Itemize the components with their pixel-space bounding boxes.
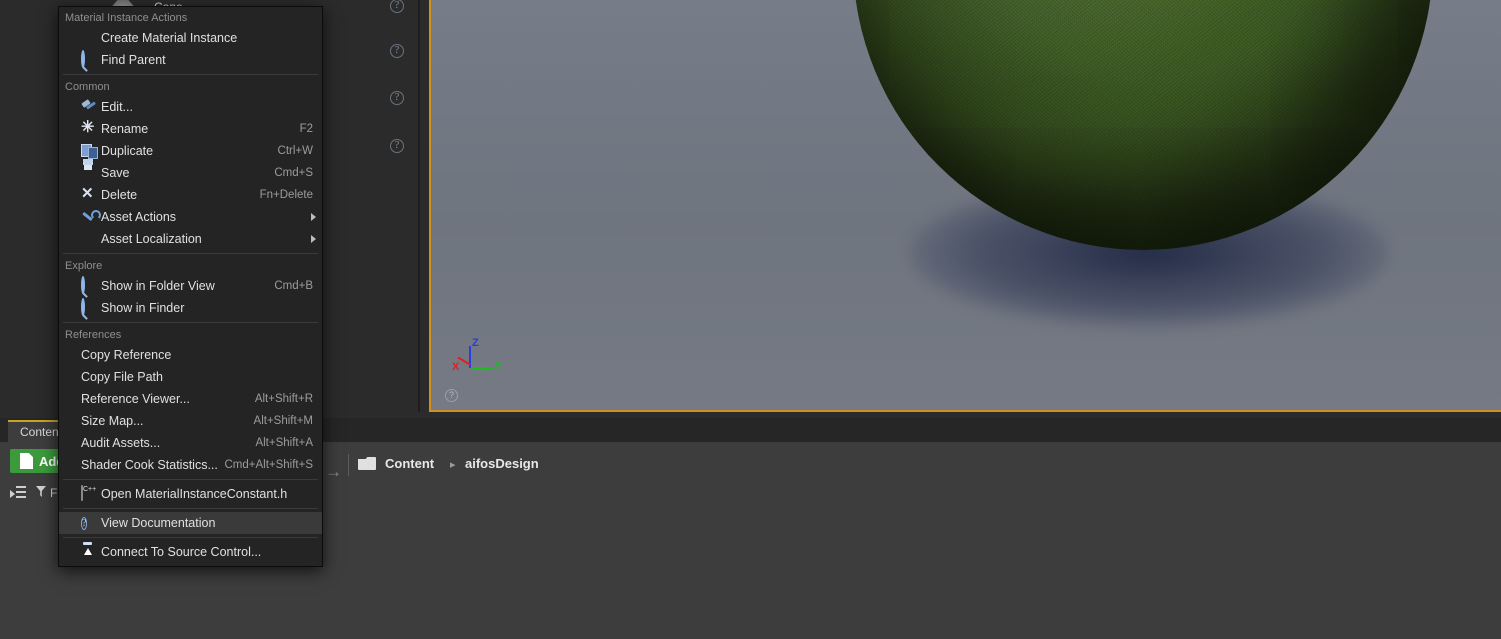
menu-item-view-documentation[interactable]: ? View Documentation bbox=[59, 512, 322, 534]
forward-arrow-icon[interactable]: → bbox=[325, 462, 342, 482]
menu-item-label: Copy File Path bbox=[81, 370, 163, 384]
menu-item-shortcut: Alt+Shift+M bbox=[253, 415, 313, 427]
help-icon[interactable]: ? bbox=[390, 91, 404, 105]
magnifier-icon bbox=[81, 50, 97, 68]
menu-item-shortcut: Ctrl+W bbox=[277, 145, 313, 157]
menu-item-reference-viewer[interactable]: Reference Viewer... Alt+Shift+R bbox=[59, 388, 322, 410]
menu-item-create-material-instance[interactable]: Create Material Instance bbox=[59, 27, 322, 49]
menu-item-size-map[interactable]: Size Map... Alt+Shift+M bbox=[59, 410, 322, 432]
menu-item-asset-actions[interactable]: Asset Actions bbox=[59, 206, 322, 228]
menu-item-label: Find Parent bbox=[101, 53, 166, 67]
source-control-icon bbox=[81, 544, 97, 560]
delete-x-icon: ✕ bbox=[81, 185, 94, 202]
help-icon[interactable]: ? bbox=[390, 0, 404, 13]
menu-section-header: References bbox=[65, 329, 122, 341]
chevron-right-icon bbox=[311, 213, 316, 221]
menu-item-label: Open MaterialInstanceConstant.h bbox=[101, 487, 288, 501]
menu-item-audit-assets[interactable]: Audit Assets... Alt+Shift+A bbox=[59, 432, 322, 454]
menu-item-label: Edit... bbox=[101, 100, 133, 114]
menu-item-show-in-folder-view[interactable]: Show in Folder View Cmd+B bbox=[59, 275, 322, 297]
breadcrumb-item-aifosdesign[interactable]: aifosDesign bbox=[465, 456, 539, 471]
menu-item-label: Asset Actions bbox=[101, 210, 177, 224]
asset-context-menu[interactable]: Material Instance Actions Create Material… bbox=[58, 6, 323, 567]
menu-item-edit[interactable]: Edit... bbox=[59, 96, 322, 118]
magnifier-icon bbox=[81, 298, 97, 316]
material-instance-icon bbox=[81, 30, 97, 46]
magnifier-icon bbox=[81, 276, 97, 294]
viewport-help-icon[interactable]: ? bbox=[445, 389, 458, 402]
menu-item-shader-cook-statistics[interactable]: Shader Cook Statistics... Cmd+Alt+Shift+S bbox=[59, 454, 322, 476]
menu-item-shortcut: Cmd+B bbox=[274, 280, 313, 292]
menu-separator bbox=[63, 253, 318, 254]
menu-section-header: Material Instance Actions bbox=[65, 12, 188, 24]
gizmo-z-label: Z bbox=[472, 337, 479, 349]
menu-item-shortcut: Alt+Shift+A bbox=[255, 437, 313, 449]
menu-item-label: Duplicate bbox=[101, 144, 154, 158]
menu-item-label: Rename bbox=[101, 122, 149, 136]
menu-item-label: Audit Assets... bbox=[81, 436, 161, 450]
menu-item-shortcut: Alt+Shift+R bbox=[254, 393, 313, 405]
menu-item-label: Reference Viewer... bbox=[81, 392, 190, 406]
menu-separator bbox=[63, 508, 318, 509]
menu-item-label: Create Material Instance bbox=[101, 31, 238, 45]
menu-item-find-parent[interactable]: Find Parent bbox=[59, 49, 322, 71]
documentation-icon: ? bbox=[81, 517, 88, 530]
menu-item-show-in-finder[interactable]: Show in Finder bbox=[59, 297, 322, 319]
menu-section-header: Common bbox=[65, 81, 110, 93]
menu-item-label: Asset Localization bbox=[101, 232, 202, 246]
material-preview-viewport[interactable]: Z Y X ? bbox=[429, 0, 1501, 412]
menu-item-shortcut: F2 bbox=[299, 123, 313, 135]
help-icon[interactable]: ? bbox=[390, 139, 404, 153]
save-icon bbox=[81, 165, 97, 181]
chevron-right-icon bbox=[311, 235, 316, 243]
wrench-icon bbox=[81, 209, 97, 225]
menu-item-label: Show in Finder bbox=[101, 301, 185, 315]
cpp-code-icon bbox=[81, 485, 97, 502]
menu-item-label: Shader Cook Statistics... bbox=[81, 458, 218, 472]
menu-item-open-materialinstanceconstant-h[interactable]: Open MaterialInstanceConstant.h bbox=[59, 483, 322, 505]
menu-item-copy-reference[interactable]: Copy Reference bbox=[59, 344, 322, 366]
panel-divider bbox=[418, 0, 420, 412]
menu-item-label: Delete bbox=[101, 188, 138, 202]
rename-star-icon: ✳ bbox=[81, 119, 95, 136]
folder-icon bbox=[358, 457, 376, 471]
menu-item-shortcut: Cmd+S bbox=[274, 167, 313, 179]
menu-item-rename[interactable]: ✳ Rename F2 bbox=[59, 118, 322, 140]
source-list-icon[interactable] bbox=[10, 486, 26, 499]
globe-icon bbox=[81, 231, 97, 247]
menu-item-asset-localization[interactable]: Asset Localization bbox=[59, 228, 322, 250]
menu-item-shortcut: Cmd+Alt+Shift+S bbox=[224, 459, 313, 471]
menu-item-label: Size Map... bbox=[81, 414, 144, 428]
menu-item-label: View Documentation bbox=[101, 516, 216, 530]
menu-item-label: Connect To Source Control... bbox=[101, 545, 262, 559]
menu-separator bbox=[63, 479, 318, 480]
menu-item-connect-to-source-control[interactable]: Connect To Source Control... bbox=[59, 541, 322, 563]
menu-separator bbox=[63, 74, 318, 75]
hammer-icon bbox=[81, 99, 97, 115]
menu-item-copy-file-path[interactable]: Copy File Path bbox=[59, 366, 322, 388]
gizmo-y-label: Y bbox=[494, 360, 502, 372]
gizmo-x-label: X bbox=[452, 361, 460, 373]
toolbar-separator bbox=[348, 454, 349, 476]
details-help-column: ? ? ? ? bbox=[390, 0, 416, 412]
gizmo-y-axis bbox=[471, 367, 493, 369]
menu-item-label: Copy Reference bbox=[81, 348, 172, 362]
menu-separator bbox=[63, 537, 318, 538]
axis-gizmo: Z Y X bbox=[446, 337, 516, 388]
breadcrumb-separator-icon: ▸ bbox=[450, 459, 456, 471]
menu-item-duplicate[interactable]: Duplicate Ctrl+W bbox=[59, 140, 322, 162]
menu-item-shortcut: Fn+Delete bbox=[259, 189, 313, 201]
menu-item-label: Show in Folder View bbox=[101, 279, 215, 293]
menu-item-label: Save bbox=[101, 166, 130, 180]
document-plus-icon bbox=[20, 453, 33, 469]
unreal-editor-window: Cone ? ? ? ? Z Y X ? Content bbox=[0, 0, 1501, 639]
menu-item-delete[interactable]: ✕ Delete Fn+Delete bbox=[59, 184, 322, 206]
duplicate-icon bbox=[81, 143, 97, 159]
breadcrumb-item-content[interactable]: Content bbox=[385, 456, 434, 471]
help-icon[interactable]: ? bbox=[390, 44, 404, 58]
menu-section-header: Explore bbox=[65, 260, 103, 272]
menu-separator bbox=[63, 322, 318, 323]
menu-item-save[interactable]: Save Cmd+S bbox=[59, 162, 322, 184]
